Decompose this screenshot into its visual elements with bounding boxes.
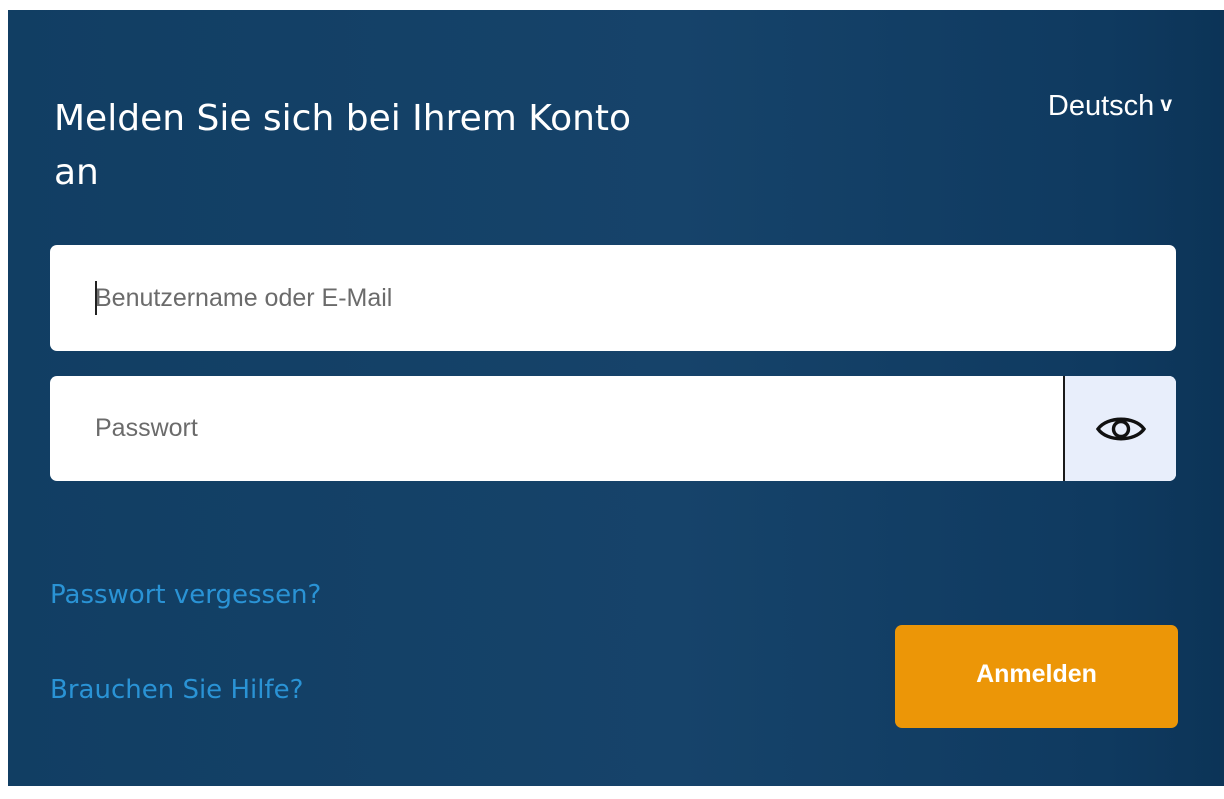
login-title: Melden Sie sich bei Ihrem Konto an [54, 98, 632, 193]
help-link[interactable]: Brauchen Sie Hilfe? [50, 675, 303, 705]
login-button[interactable]: Anmelden [895, 625, 1178, 728]
forgot-password-link[interactable]: Passwort vergessen? [50, 580, 321, 610]
show-password-button[interactable] [1063, 376, 1176, 481]
chevron-down-icon: v [1160, 92, 1172, 116]
text-cursor [95, 281, 97, 315]
username-input[interactable] [50, 245, 1176, 351]
language-selector[interactable]: Deutsch v [1048, 90, 1172, 123]
password-field[interactable] [50, 376, 1176, 481]
login-panel: Melden Sie sich bei Ihrem Konto an Deuts… [8, 10, 1224, 786]
language-label: Deutsch [1047, 90, 1155, 122]
password-input[interactable] [50, 376, 1062, 481]
eye-icon [1095, 417, 1146, 440]
username-field[interactable] [50, 245, 1176, 351]
